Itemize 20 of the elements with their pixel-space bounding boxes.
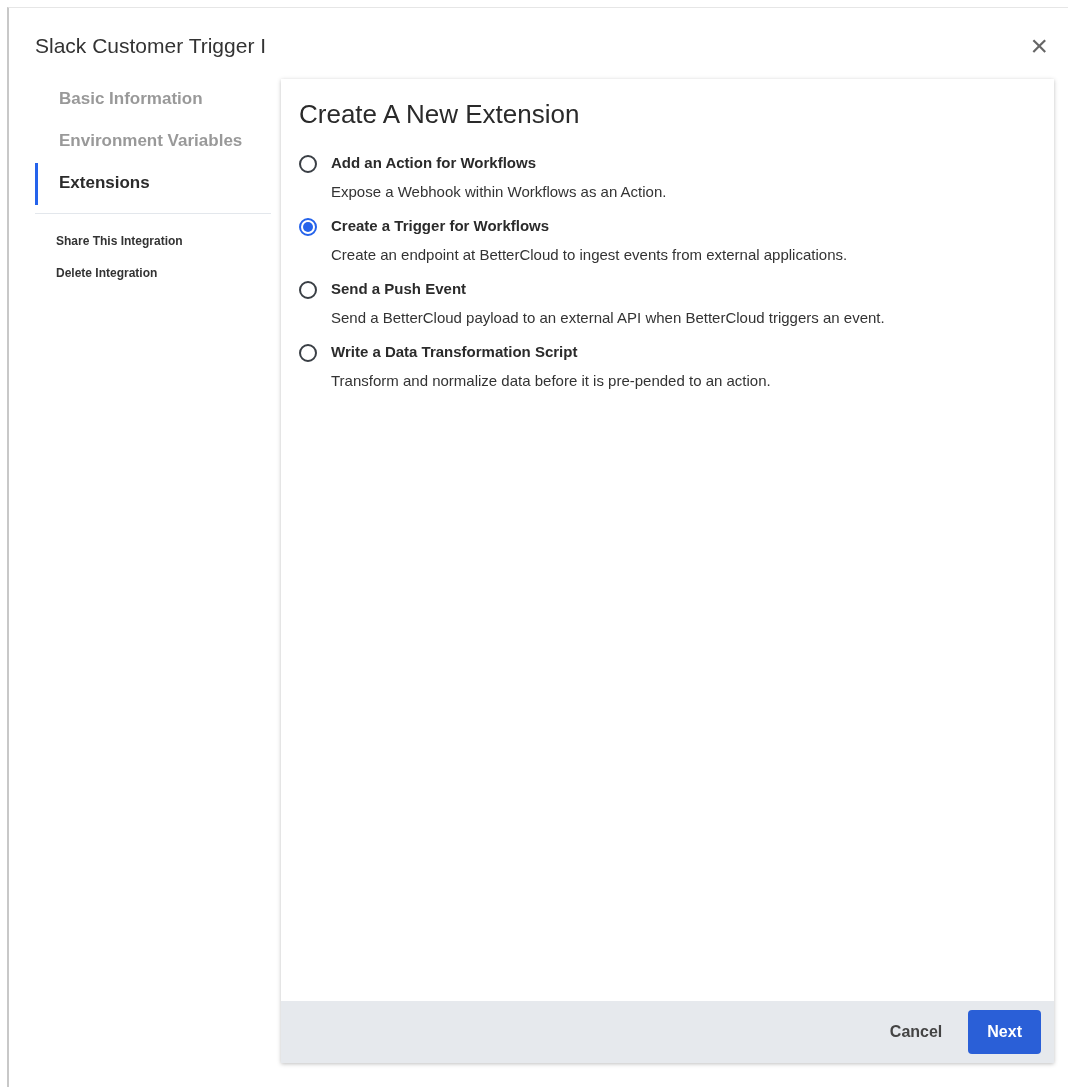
option-label[interactable]: Create a Trigger for Workflows bbox=[331, 217, 848, 234]
dialog-title: Slack Customer Trigger I bbox=[35, 34, 267, 58]
option-description: Send a BetterCloud payload to an external API when BetterCloud triggers an event. bbox=[331, 309, 885, 326]
option-label[interactable]: Write a Data Transformation Script bbox=[331, 343, 771, 360]
radio-button[interactable] bbox=[299, 155, 317, 173]
sidebar-item[interactable]: Extensions bbox=[35, 163, 271, 205]
option-description: Create an endpoint at BetterCloud to ingest events from external applications. bbox=[331, 246, 848, 263]
sidebar-link[interactable]: Share This Integration bbox=[35, 230, 271, 262]
radio-button[interactable] bbox=[299, 218, 317, 236]
panel-title: Create A New Extension bbox=[299, 99, 581, 130]
close-button[interactable]: × bbox=[1024, 31, 1054, 61]
option-label[interactable]: Add an Action for Workflows bbox=[331, 154, 667, 171]
sidebar-link[interactable]: Delete Integration bbox=[35, 262, 271, 294]
next-button[interactable]: Next bbox=[968, 1010, 1041, 1054]
radio-button[interactable] bbox=[299, 281, 317, 299]
option-description: Transform and normalize data before it is pre-pended to an action. bbox=[331, 372, 771, 389]
option-label[interactable]: Send a Push Event bbox=[331, 280, 885, 297]
option-description: Expose a Webhook within Workflows as an Action. bbox=[331, 183, 667, 200]
cancel-button[interactable]: Cancel bbox=[885, 1015, 947, 1049]
radio-button[interactable] bbox=[299, 344, 317, 362]
